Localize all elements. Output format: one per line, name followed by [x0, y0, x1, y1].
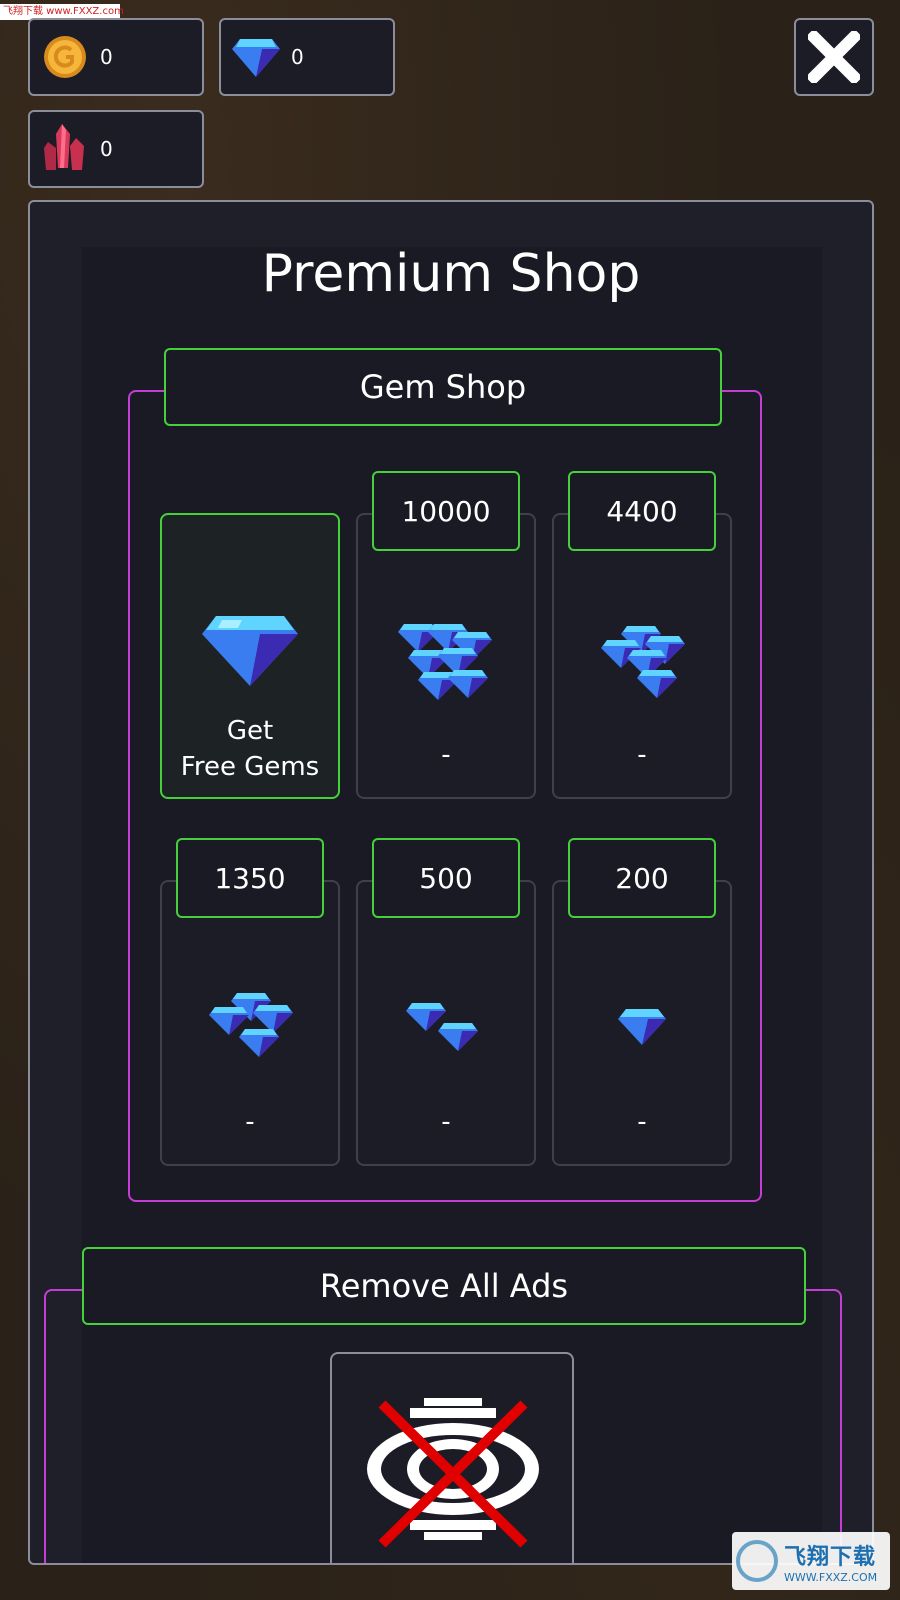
gem-currency-counter: 0	[219, 18, 395, 96]
gold-count: 0	[100, 45, 113, 69]
red-crystal-icon	[40, 124, 90, 174]
watermark-circle-icon	[736, 1540, 778, 1582]
gem-pack-card[interactable]: -	[356, 513, 536, 799]
pack-price: -	[441, 740, 451, 770]
crystal-currency-counter: 0	[28, 110, 204, 188]
watermark-logo: 飞翔下载 WWW.FXXZ.COM	[732, 1532, 890, 1590]
watermark-url: WWW.FXXZ.COM	[784, 1570, 878, 1584]
gem-pack-card[interactable]: -	[552, 513, 732, 799]
pack-amount-label: 10000	[372, 471, 520, 551]
gem-pile-xl-icon	[358, 615, 534, 705]
gem-pile-large-icon	[554, 615, 730, 705]
watermark-brand: 飞翔下载	[784, 1544, 877, 1570]
gold-coin-icon	[40, 32, 90, 82]
pack-amount-label: 4400	[568, 471, 716, 551]
pack-price: -	[245, 1107, 255, 1137]
remove-ads-header: Remove All Ads	[82, 1247, 806, 1325]
free-gems-button[interactable]: Get Free Gems	[160, 513, 340, 799]
pack-price: -	[637, 740, 647, 770]
pack-price: -	[637, 1107, 647, 1137]
pack-amount-label: 500	[372, 838, 520, 918]
single-gem-icon	[554, 982, 730, 1072]
gem-count: 0	[291, 45, 304, 69]
gem-pack-card[interactable]: -	[160, 880, 340, 1166]
pack-amount-label: 200	[568, 838, 716, 918]
blue-gem-icon	[231, 32, 281, 82]
remove-ads-button[interactable]	[330, 1352, 574, 1563]
gem-pack-card[interactable]: -	[552, 880, 732, 1166]
gem-pair-icon	[358, 982, 534, 1072]
gem-pack-card[interactable]: -	[356, 880, 536, 1166]
close-icon	[808, 31, 860, 83]
close-button[interactable]	[794, 18, 874, 96]
gem-pile-medium-icon	[162, 982, 338, 1072]
premium-shop-panel: Premium Shop Gem Shop Get Free Gems - 10…	[28, 200, 874, 1565]
pack-amount-label: 1350	[176, 838, 324, 918]
large-gem-icon	[162, 605, 338, 695]
free-gems-label: Get Free Gems	[180, 716, 320, 782]
gem-shop-header: Gem Shop	[164, 348, 722, 426]
gold-currency-counter: 0	[28, 18, 204, 96]
no-ads-eye-icon	[367, 1398, 539, 1548]
pack-price: -	[441, 1107, 451, 1137]
page-title: Premium Shop	[261, 244, 641, 304]
crystal-count: 0	[100, 137, 113, 161]
